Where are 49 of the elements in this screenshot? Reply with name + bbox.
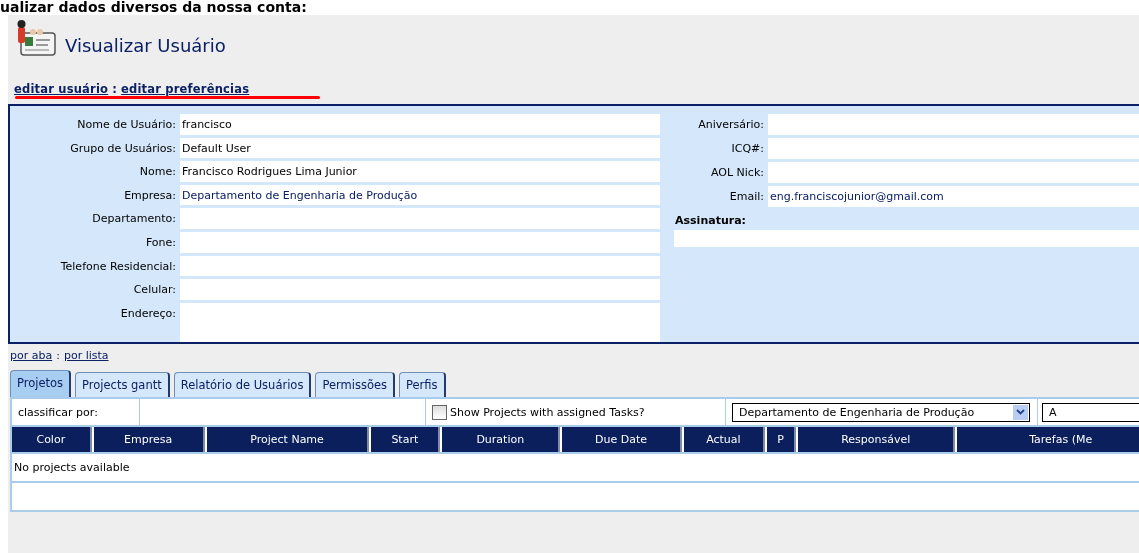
tab[interactable]: Relatório de Usuários <box>173 372 312 397</box>
view-link[interactable]: por aba <box>10 349 53 365</box>
empty-message: No projects available <box>14 461 130 474</box>
edit-link[interactable]: editar usuário <box>14 82 109 98</box>
field-label: Nome de Usuário: <box>76 117 176 133</box>
field-value: Default User <box>180 137 660 159</box>
tab[interactable]: Projetos <box>10 370 72 397</box>
tab[interactable]: Perfis <box>399 372 446 397</box>
field-label: Aniversário: <box>697 117 764 133</box>
page-heading: ualizar dados diversos da nossa conta: <box>0 0 307 15</box>
column-header: Color <box>12 427 92 452</box>
field-label: AOL Nick: <box>709 165 764 181</box>
signature-label: Assinatura: <box>674 213 747 227</box>
checkbox[interactable] <box>432 404 447 420</box>
column-header: P <box>767 427 797 452</box>
separator: : <box>112 82 117 98</box>
separator: : <box>56 349 60 364</box>
column-header: Empresa <box>93 427 205 452</box>
field-label: ICQ#: <box>730 141 764 157</box>
field-label: Empresa: <box>123 187 176 204</box>
column-header: Start <box>371 427 441 452</box>
edit-link[interactable]: editar preferências <box>121 82 250 98</box>
field-label: Celular: <box>132 282 176 299</box>
field-label: Fone: <box>144 234 176 251</box>
tab[interactable]: Permissões <box>315 372 395 397</box>
column-header: Tarefas (Me <box>957 427 1139 452</box>
field-value: francisco <box>180 114 660 135</box>
checkbox-label: Show Projects with assigned Tasks? <box>450 405 645 419</box>
tab[interactable]: Projects gantt <box>75 372 170 397</box>
company-select[interactable]: Departamento de Engenharia de Produção <box>732 402 1030 422</box>
chevron-down-icon <box>1016 409 1025 415</box>
column-header: Duration <box>442 427 561 452</box>
column-header: Responsável <box>798 427 956 452</box>
sort-label: classificar por: <box>18 405 98 419</box>
field-label: Telefone Residencial: <box>59 258 176 275</box>
field-value: Francisco Rodrigues Lima Junior <box>180 161 660 182</box>
view-link[interactable]: por lista <box>63 349 109 365</box>
page-title: Visualizar Usuário <box>65 35 226 56</box>
field-label: Grupo de Usuários: <box>69 140 176 157</box>
field-label: Nome: <box>138 164 176 181</box>
field-label: Endereço: <box>119 305 176 322</box>
field-value: eng.franciscojunior@gmail.com <box>768 186 1139 207</box>
column-header: Due Date <box>562 427 682 452</box>
field-label: Departamento: <box>91 211 176 228</box>
field-label: Email: <box>728 189 764 205</box>
select-field[interactable]: A <box>1042 402 1139 422</box>
field-value: Departamento de Engenharia de Produção <box>180 184 660 206</box>
column-header: Actual <box>683 427 765 452</box>
column-header: Project Name <box>206 427 370 452</box>
